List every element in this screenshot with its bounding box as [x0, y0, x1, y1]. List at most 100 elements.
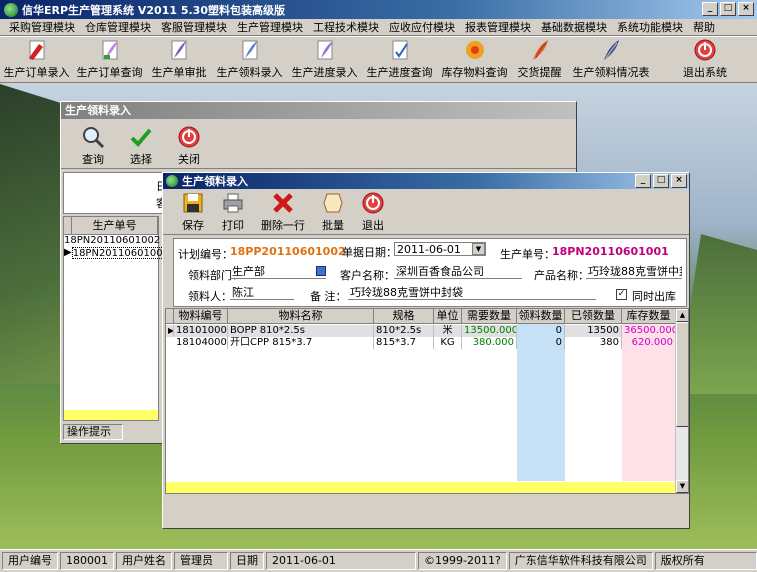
magnifier-icon [81, 125, 105, 149]
status-date: 2011-06-01 [266, 552, 416, 570]
menu-engineering[interactable]: 工程技术模块 [308, 19, 384, 35]
same-time-checkbox[interactable]: ✓ [616, 289, 627, 300]
status-company: 广东信华软件科技有限公司 [508, 552, 653, 570]
exit-button[interactable]: 退出 [353, 189, 393, 235]
toolbar-approval-button[interactable]: 生产单审批 [146, 38, 212, 82]
feather-doc-icon [313, 38, 337, 62]
toolbar-material-entry-button[interactable]: 生产领料录入 [212, 38, 287, 82]
tag-icon [321, 191, 345, 215]
menu-base-data[interactable]: 基础数据模块 [536, 19, 612, 35]
col-header-unit[interactable]: 单位 [434, 309, 462, 324]
bg-query-button[interactable]: 查询 [69, 119, 117, 169]
checkmark-icon [129, 125, 153, 149]
plan-no-field[interactable]: 18PP20110601002 [228, 245, 346, 259]
col-header-need-qty[interactable]: 需要数量 [462, 309, 517, 324]
bg-select-button[interactable]: 选择 [117, 119, 165, 169]
note-field[interactable]: 巧玲珑88克雪饼中封袋 [348, 286, 596, 300]
bg-hint-tab[interactable]: 操作提示 [63, 424, 123, 440]
material-grid: 物料编号 物料名称 规格 单位 需要数量 领料数量 已领数量 库存数量 ▶ 18… [165, 308, 689, 494]
menu-accounts[interactable]: 应收应付模块 [384, 19, 460, 35]
exit-icon [693, 38, 717, 62]
toolbar-exit-system-button[interactable]: 退出系统 [655, 38, 755, 82]
status-user-id-label: 用户编号 [2, 552, 58, 570]
scroll-down-icon[interactable]: ▼ [676, 480, 688, 493]
batch-button[interactable]: 批量 [313, 189, 353, 235]
menu-warehouse[interactable]: 仓库管理模块 [80, 19, 156, 35]
scroll-thumb[interactable] [676, 322, 688, 427]
menu-help[interactable]: 帮助 [688, 19, 720, 35]
maximize-button[interactable]: □ [720, 2, 736, 16]
menu-system[interactable]: 系统功能模块 [612, 19, 688, 35]
status-user-name: 管理员 [174, 552, 228, 570]
customer-label: 客户名称： [340, 269, 395, 282]
quill-icon [528, 38, 552, 62]
doc-date-label: 单据日期： [342, 246, 397, 259]
row-pointer-icon: ▶ [166, 325, 174, 337]
toolbar-progress-query-button[interactable]: 生产进度查询 [362, 38, 437, 82]
print-button[interactable]: 打印 [213, 189, 253, 235]
dept-field[interactable]: 生产部 [230, 265, 326, 279]
window-footer [165, 496, 689, 510]
window-icon [166, 175, 178, 187]
plan-no-label: 计划编号： [178, 248, 233, 261]
prod-no-label: 生产单号： [500, 248, 555, 261]
app-title-bar: 信华ERP生产管理系统 V2011 5.30塑料包装高级版 _ □ × [0, 0, 757, 19]
window-maximize-button[interactable]: □ [653, 174, 669, 188]
toolbar-material-report-button[interactable]: 生产领料情况表 [567, 38, 655, 82]
red-x-icon [271, 191, 295, 215]
toolbar-delivery-reminder-button[interactable]: 交货提醒 [512, 38, 567, 82]
quill-doc-icon [167, 38, 191, 62]
scroll-up-icon[interactable]: ▲ [676, 309, 688, 322]
quill-doc-icon [238, 38, 262, 62]
status-user-name-label: 用户姓名 [116, 552, 172, 570]
col-header-spec[interactable]: 规格 [374, 309, 434, 324]
close-button[interactable]: × [738, 2, 754, 16]
menu-reports[interactable]: 报表管理模块 [460, 19, 536, 35]
picker-field[interactable]: 陈江 [230, 286, 294, 300]
bg-order-list: 生产单号 18PN20110601002 ▶ 18PN20110601001 [63, 216, 170, 421]
col-header-stock-qty[interactable]: 库存数量 [622, 309, 676, 324]
toolbar-stock-query-button[interactable]: 库存物料查询 [437, 38, 512, 82]
dept-picker-icon[interactable] [316, 266, 326, 276]
window-title-bar: 生产领料录入 _ □ × [163, 173, 689, 189]
row-pointer-icon: ▶ [64, 247, 72, 258]
window-title: 生产领料录入 [182, 175, 248, 188]
save-button[interactable]: 保存 [173, 189, 213, 235]
window-close-button[interactable]: × [671, 174, 687, 188]
menu-customer-service[interactable]: 客服管理模块 [156, 19, 232, 35]
printer-icon [221, 191, 245, 215]
material-entry-window: 生产领料录入 _ □ × 保存 打印 删除一行 批量 退出 计划编号： 18PP… [162, 172, 690, 529]
prod-no-field[interactable]: 18PN20110601001 [550, 245, 669, 259]
picker-label: 领料人： [188, 290, 232, 303]
window-toolbar: 保存 打印 删除一行 批量 退出 [163, 189, 689, 235]
delete-row-button[interactable]: 删除一行 [253, 189, 313, 235]
window-minimize-button[interactable]: _ [635, 174, 651, 188]
exit-icon [177, 125, 201, 149]
main-toolbar: 生产订单录入 生产订单查询 生产单审批 生产领料录入 生产进度录入 生产进度查询… [0, 36, 757, 83]
note-label: 备 注： [310, 290, 347, 303]
menu-production[interactable]: 生产管理模块 [232, 19, 308, 35]
toolbar-order-entry-button[interactable]: 生产订单录入 [0, 38, 73, 82]
minimize-button[interactable]: _ [702, 2, 718, 16]
bg-toolbar: 查询 选择 关闭 [61, 119, 576, 169]
toolbar-order-query-button[interactable]: 生产订单查询 [73, 38, 146, 82]
product-field[interactable]: 巧玲珑88克雪饼中封 [586, 265, 682, 279]
app-title: 信华ERP生产管理系统 V2011 5.30塑料包装高级版 [22, 3, 285, 17]
check-doc-icon [388, 38, 412, 62]
menu-purchase[interactable]: 采购管理模块 [4, 19, 80, 35]
col-header-pick-qty[interactable]: 领料数量 [517, 309, 565, 324]
blue-feather-icon [599, 38, 623, 62]
list-item[interactable]: ▶ 18PN20110601001 [64, 247, 170, 259]
toolbar-progress-entry-button[interactable]: 生产进度录入 [287, 38, 362, 82]
bg-close-button[interactable]: 关闭 [165, 119, 213, 169]
list-item[interactable]: 18PN20110601002 [64, 235, 160, 247]
date-dropdown-icon[interactable]: ▼ [472, 243, 485, 255]
grid-vscrollbar[interactable]: ▲ ▼ [675, 309, 688, 493]
floppy-save-icon [181, 191, 205, 215]
col-header-material-no[interactable]: 物料编号 [174, 309, 228, 324]
customer-field[interactable]: 深圳百香食品公司 [394, 265, 522, 279]
col-header-picked-qty[interactable]: 已领数量 [565, 309, 622, 324]
bg-list-footer [64, 410, 158, 420]
status-bar: 用户编号 180001 用户姓名 管理员 日期 2011-06-01 ©1999… [0, 549, 757, 572]
col-header-material-name[interactable]: 物料名称 [228, 309, 374, 324]
